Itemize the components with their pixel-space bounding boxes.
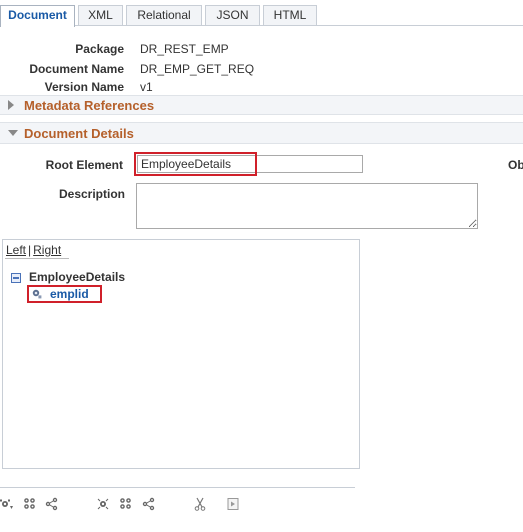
tab-relational[interactable]: Relational [126, 5, 202, 26]
tree-root-node[interactable]: EmployeeDetails [29, 270, 125, 284]
insert-attribute-icon[interactable] [142, 497, 156, 511]
link-separator: | [28, 243, 32, 257]
add-collection-icon[interactable] [23, 497, 37, 511]
description-textarea[interactable] [136, 183, 478, 229]
paste-icon[interactable] [226, 497, 240, 511]
document-name-value: DR_EMP_GET_REQ [140, 62, 255, 76]
root-element-label: Root Element [45, 158, 123, 172]
collapse-arrow-icon [8, 130, 18, 136]
version-name-value: v1 [140, 80, 153, 94]
document-name-label: Document Name [29, 62, 124, 76]
description-label: Description [58, 187, 125, 201]
tab-json[interactable]: JSON [205, 5, 260, 26]
right-link[interactable]: Right [33, 243, 61, 257]
left-right-links: Left | Right [6, 243, 61, 257]
version-name-label: Version Name [44, 80, 124, 94]
metadata-references-header[interactable]: Metadata References [0, 95, 523, 115]
insert-collection-icon[interactable] [119, 497, 133, 511]
add-attribute-icon[interactable] [45, 497, 59, 511]
add-element-icon[interactable] [0, 497, 14, 511]
document-tree-panel: Left | Right EmployeeDetails emplid [2, 239, 360, 469]
cut-icon[interactable] [193, 497, 207, 511]
element-node-icon [32, 289, 42, 299]
tree-child-node-emplid[interactable]: emplid [50, 287, 89, 301]
metadata-references-title: Metadata References [24, 98, 155, 113]
package-label: Package [75, 42, 124, 56]
document-details-title: Document Details [24, 126, 134, 141]
object-owner-label-partial: Ob [508, 158, 523, 172]
root-element-input[interactable] [137, 155, 363, 173]
expand-arrow-icon [8, 100, 14, 110]
toolbar-divider [0, 487, 355, 488]
insert-element-icon[interactable] [96, 497, 110, 511]
document-details-header[interactable]: Document Details [0, 122, 523, 144]
divider [5, 258, 69, 259]
tab-document[interactable]: Document [0, 5, 75, 27]
collapse-node-icon[interactable] [11, 273, 21, 283]
left-link[interactable]: Left [6, 243, 26, 257]
tab-xml[interactable]: XML [78, 5, 123, 26]
tab-strip: Document XML Relational JSON HTML [0, 5, 523, 27]
tab-html[interactable]: HTML [263, 5, 317, 26]
package-value: DR_REST_EMP [140, 42, 229, 56]
